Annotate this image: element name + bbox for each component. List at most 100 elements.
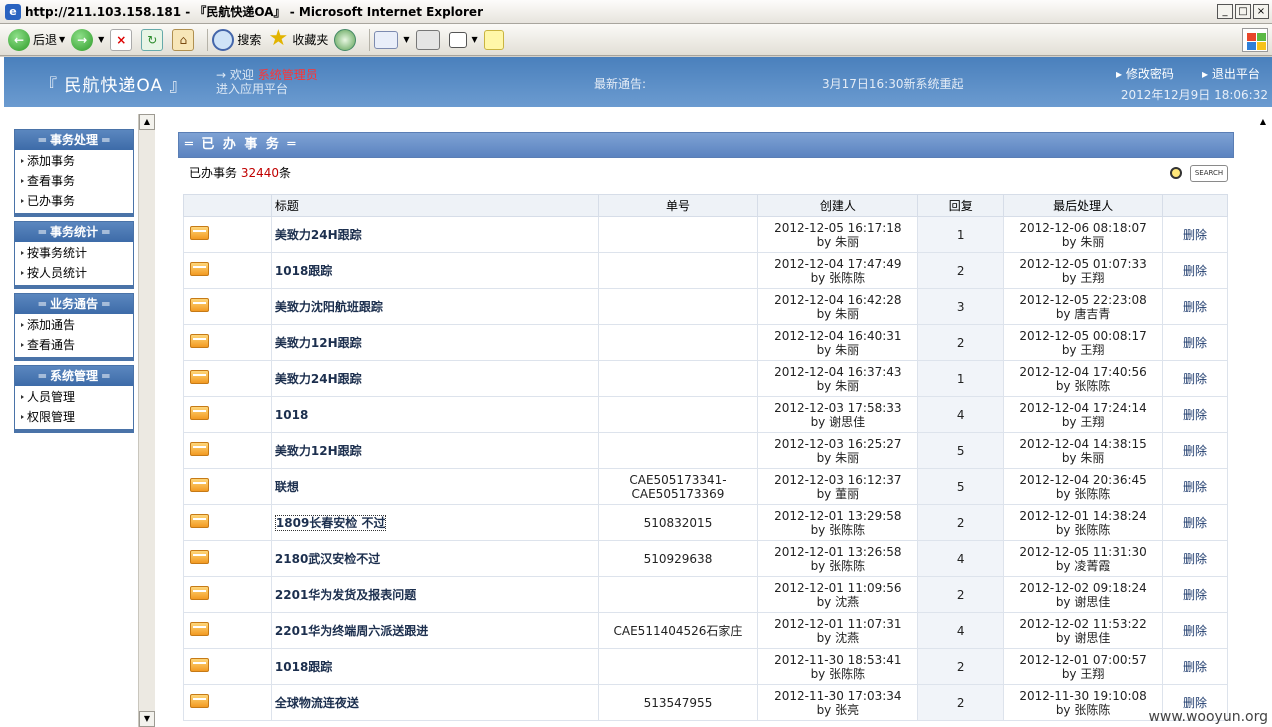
print-button[interactable] bbox=[415, 29, 443, 50]
row-title-link[interactable]: 美致力24H跟踪 bbox=[275, 372, 362, 386]
history-button[interactable] bbox=[334, 28, 359, 51]
delete-link[interactable]: 删除 bbox=[1183, 624, 1207, 638]
row-title-cell[interactable]: 美致力沈阳航班跟踪 bbox=[270, 288, 599, 325]
back-button[interactable]: ← 后退 ▼ bbox=[8, 28, 65, 51]
scroll-up-arrow-icon[interactable]: ▲ bbox=[1255, 114, 1271, 130]
row-title-cell[interactable]: 美致力12H跟踪 bbox=[270, 324, 599, 361]
row-title-cell[interactable]: 1018跟踪 bbox=[270, 648, 599, 685]
main-scrollbar[interactable]: ▲ bbox=[1255, 114, 1272, 727]
edit-button[interactable]: ▼ bbox=[448, 31, 478, 48]
scroll-down-arrow-icon[interactable]: ▼ bbox=[139, 711, 155, 727]
home-button[interactable]: ⌂ bbox=[172, 28, 197, 51]
row-title-link[interactable]: 全球物流连夜送 bbox=[275, 696, 359, 710]
row-title-link[interactable]: 1809长春安检 不过 bbox=[274, 514, 387, 531]
affairs-table: 标题 单号 创建人 回复 最后处理人 美致力24H跟踪 2012-12-05 16… bbox=[183, 194, 1228, 721]
sidebar-scrollbar[interactable]: ▲ ▼ bbox=[138, 114, 155, 727]
row-title-cell[interactable]: 1018跟踪 bbox=[270, 252, 599, 289]
menu-item-add-notice[interactable]: 添加通告 bbox=[15, 315, 133, 335]
folder-icon[interactable] bbox=[190, 550, 209, 564]
mail-button[interactable]: ▼ bbox=[374, 30, 410, 49]
chevron-down-icon[interactable]: ▼ bbox=[403, 35, 409, 44]
chevron-down-icon[interactable]: ▼ bbox=[59, 35, 65, 44]
row-title-link[interactable]: 1018 bbox=[275, 408, 308, 422]
folder-icon[interactable] bbox=[190, 478, 209, 492]
chevron-down-icon[interactable]: ▼ bbox=[472, 35, 478, 44]
row-title-link[interactable]: 美致力24H跟踪 bbox=[275, 228, 362, 242]
delete-link[interactable]: 删除 bbox=[1183, 552, 1207, 566]
menu-item-user-management[interactable]: 人员管理 bbox=[15, 387, 133, 407]
row-title-cell[interactable]: 联想 bbox=[270, 468, 599, 505]
refresh-button[interactable]: ↻ bbox=[141, 28, 166, 51]
row-title-cell[interactable]: 2201华为发货及报表问题 bbox=[270, 576, 599, 613]
row-title-cell[interactable]: 全球物流连夜送 bbox=[270, 684, 599, 721]
row-title-link[interactable]: 联想 bbox=[275, 480, 299, 494]
row-last-cell: 2012-12-02 11:53:22 by 谢思佳 bbox=[1003, 612, 1164, 649]
delete-link[interactable]: 删除 bbox=[1183, 228, 1207, 242]
history-icon bbox=[334, 28, 357, 51]
row-title-link[interactable]: 美致力沈阳航班跟踪 bbox=[275, 300, 383, 314]
folder-icon[interactable] bbox=[190, 514, 209, 528]
row-title-cell[interactable]: 2201华为终端周六派送跟进 bbox=[270, 612, 599, 649]
delete-link[interactable]: 删除 bbox=[1183, 264, 1207, 278]
menu-item-view-affair[interactable]: 查看事务 bbox=[15, 171, 133, 191]
folder-icon[interactable] bbox=[190, 658, 209, 672]
delete-link[interactable]: 删除 bbox=[1183, 516, 1207, 530]
folder-icon[interactable] bbox=[190, 298, 209, 312]
search-button[interactable]: 搜索 bbox=[212, 28, 261, 51]
folder-icon[interactable] bbox=[190, 622, 209, 636]
folder-icon[interactable] bbox=[190, 694, 209, 708]
row-title-cell[interactable]: 美致力24H跟踪 bbox=[270, 216, 599, 253]
row-title-link[interactable]: 美致力12H跟踪 bbox=[275, 336, 362, 350]
close-button[interactable]: × bbox=[1253, 4, 1269, 19]
menu-item-add-affair[interactable]: 添加事务 bbox=[15, 151, 133, 171]
menu-item-view-notice[interactable]: 查看通告 bbox=[15, 335, 133, 355]
row-title-link[interactable]: 2201华为发货及报表问题 bbox=[275, 588, 416, 602]
favorites-button[interactable]: ★ 收藏夹 bbox=[267, 27, 328, 51]
enter-platform-link[interactable]: 进入应用平台 bbox=[216, 82, 288, 96]
chevron-down-icon[interactable]: ▼ bbox=[98, 35, 104, 44]
row-title-link[interactable]: 2180武汉安检不过 bbox=[275, 552, 380, 566]
folder-icon[interactable] bbox=[190, 334, 209, 348]
delete-link[interactable]: 删除 bbox=[1183, 444, 1207, 458]
menu-item-permission-management[interactable]: 权限管理 bbox=[15, 407, 133, 427]
delete-link[interactable]: 删除 bbox=[1183, 480, 1207, 494]
notes-button[interactable] bbox=[483, 29, 507, 50]
notice-marquee[interactable]: 3月17日16:30新系统重起 bbox=[822, 75, 964, 92]
folder-icon[interactable] bbox=[190, 262, 209, 276]
delete-link[interactable]: 删除 bbox=[1183, 660, 1207, 674]
menu-title: ═ 系统管理 ═ bbox=[15, 366, 133, 386]
row-title-cell[interactable]: 1809长春安检 不过 bbox=[270, 504, 599, 541]
scroll-up-arrow-icon[interactable]: ▲ bbox=[139, 114, 155, 130]
folder-icon[interactable] bbox=[190, 226, 209, 240]
folder-icon[interactable] bbox=[190, 586, 209, 600]
row-title-link[interactable]: 美致力12H跟踪 bbox=[275, 444, 362, 458]
folder-icon[interactable] bbox=[190, 406, 209, 420]
delete-link[interactable]: 删除 bbox=[1183, 300, 1207, 314]
row-title-cell[interactable]: 2180武汉安检不过 bbox=[270, 540, 599, 577]
change-password-link[interactable]: ▸ 修改密码 bbox=[1116, 65, 1174, 82]
row-title-cell[interactable]: 美致力12H跟踪 bbox=[270, 432, 599, 469]
menu-item-done-affair[interactable]: 已办事务 bbox=[15, 191, 133, 211]
row-title-link[interactable]: 1018跟踪 bbox=[275, 264, 332, 278]
delete-link[interactable]: 删除 bbox=[1183, 588, 1207, 602]
row-number-cell: CAE505173341- CAE505173369 bbox=[597, 468, 759, 505]
maximize-button[interactable]: □ bbox=[1235, 4, 1251, 19]
search-button[interactable]: SEARCH bbox=[1190, 165, 1228, 182]
folder-icon[interactable] bbox=[190, 370, 209, 384]
row-title-cell[interactable]: 美致力24H跟踪 bbox=[270, 360, 599, 397]
forward-button[interactable]: → ▼ bbox=[71, 28, 104, 51]
row-title-link[interactable]: 1018跟踪 bbox=[275, 660, 332, 674]
delete-link[interactable]: 删除 bbox=[1183, 408, 1207, 422]
folder-icon[interactable] bbox=[190, 442, 209, 456]
row-title-link[interactable]: 2201华为终端周六派送跟进 bbox=[275, 624, 428, 638]
magnifier-icon[interactable] bbox=[1170, 167, 1182, 179]
delete-link[interactable]: 删除 bbox=[1183, 336, 1207, 350]
delete-link[interactable]: 删除 bbox=[1183, 372, 1207, 386]
delete-link[interactable]: 删除 bbox=[1183, 696, 1207, 710]
menu-item-stat-by-person[interactable]: 按人员统计 bbox=[15, 263, 133, 283]
logout-link[interactable]: ▸ 退出平台 bbox=[1202, 65, 1260, 82]
menu-item-stat-by-affair[interactable]: 按事务统计 bbox=[15, 243, 133, 263]
minimize-button[interactable]: _ bbox=[1217, 4, 1233, 19]
stop-button[interactable]: × bbox=[110, 28, 135, 51]
row-title-cell[interactable]: 1018 bbox=[270, 396, 599, 433]
